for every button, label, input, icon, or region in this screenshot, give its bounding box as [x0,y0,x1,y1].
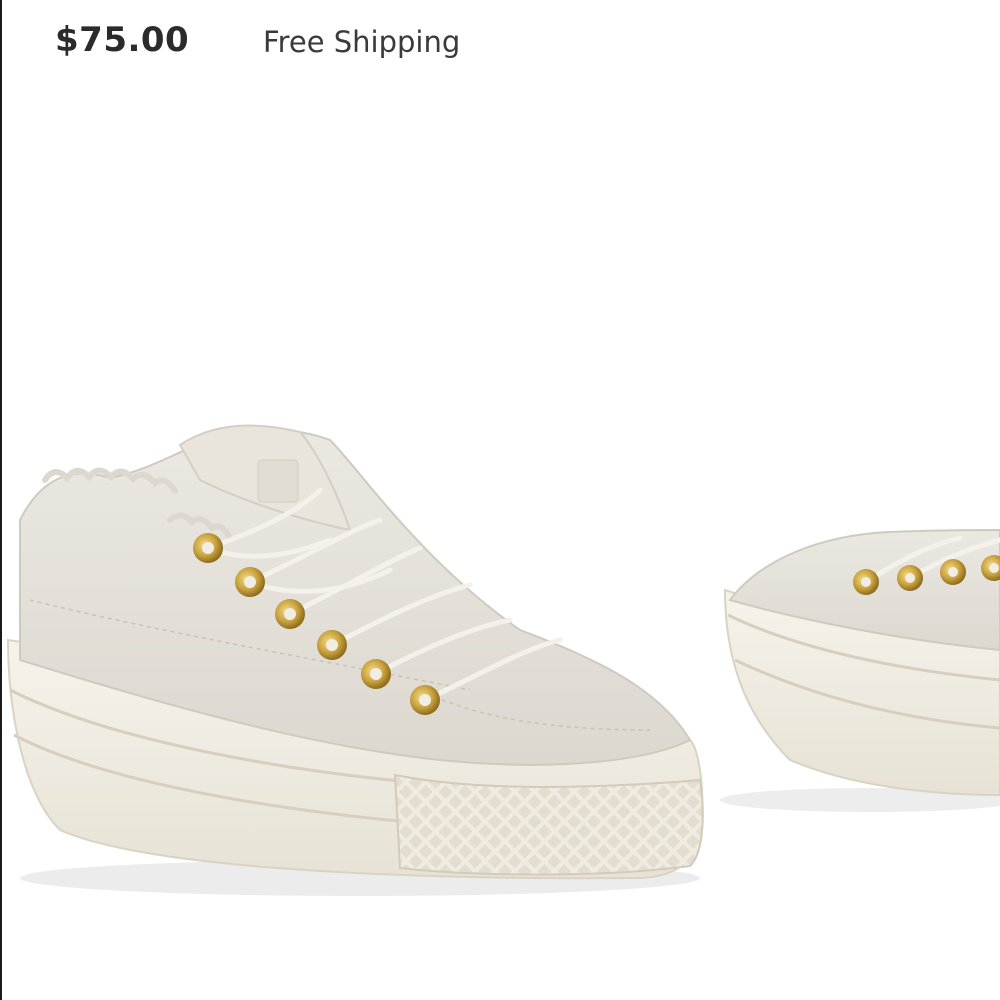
shipping-label: Free Shipping [263,25,461,59]
listing-header: $75.00 Free Shipping [0,0,1000,90]
price-label: $75.00 [55,20,190,60]
main-sneaker [6,424,704,896]
product-image[interactable] [0,90,1000,1000]
second-sneaker [720,529,1000,812]
